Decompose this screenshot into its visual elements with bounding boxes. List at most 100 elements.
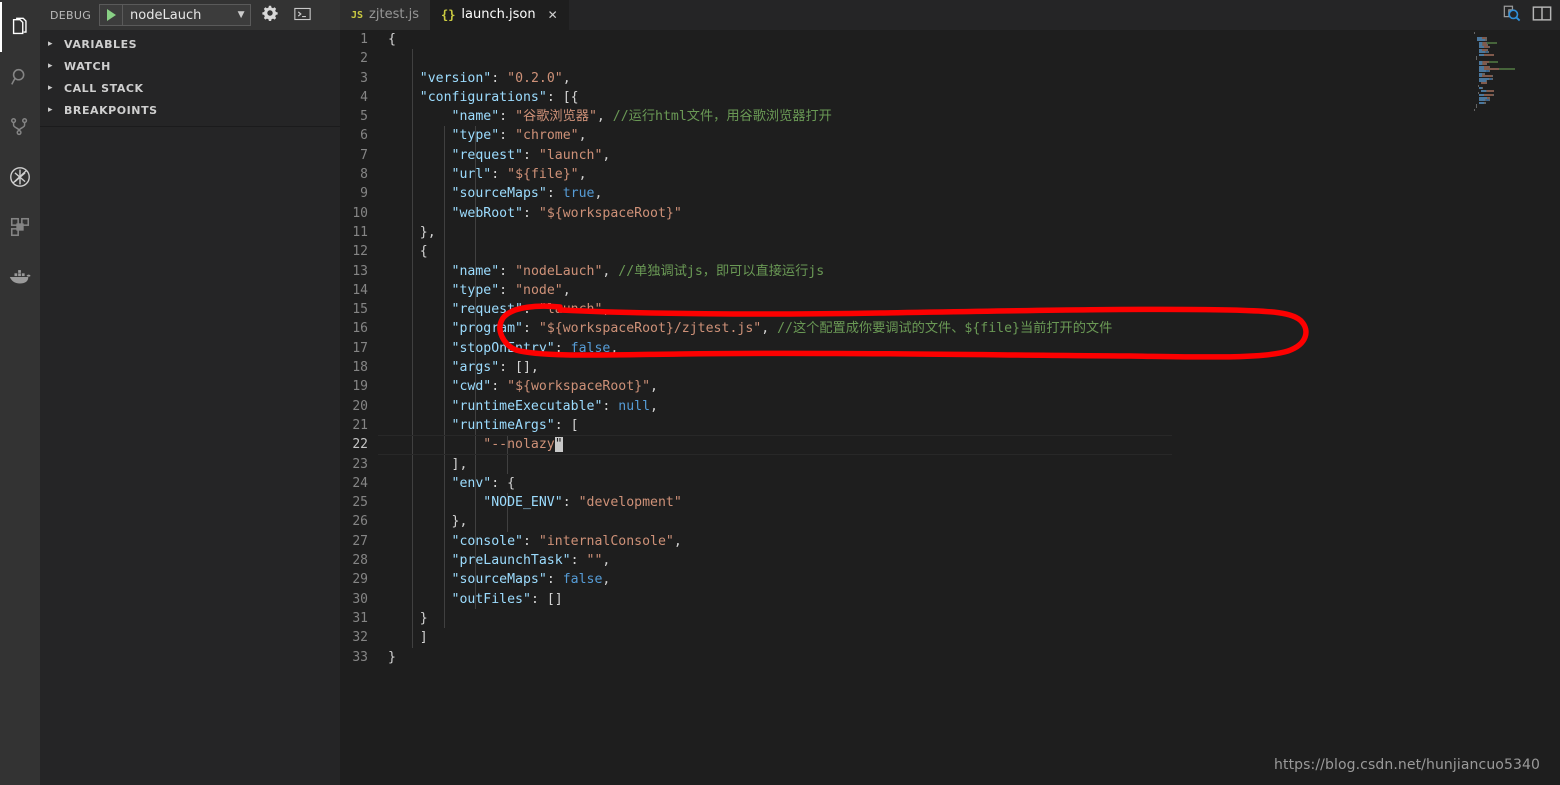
line-content: "program": "${workspaceRoot}/zjtest.js",… <box>388 319 1113 338</box>
debug-settings-button[interactable] <box>257 2 283 28</box>
search-in-file-icon <box>1502 4 1522 26</box>
code-line[interactable]: 17 "stopOnEntry": false, <box>340 339 1112 358</box>
code-token: ] <box>388 630 428 646</box>
code-line[interactable]: 20 "runtimeExecutable": null, <box>340 397 1112 416</box>
code-token: } <box>388 610 428 626</box>
activitybar-source-control[interactable] <box>0 102 40 152</box>
code-line[interactable]: 11 }, <box>340 223 1112 242</box>
code-line[interactable]: 24 "env": { <box>340 474 1112 493</box>
code-token: "sourceMaps" <box>451 186 547 202</box>
watermark-url: https://blog.csdn.net/hunjiancuo5340 <box>1274 757 1540 773</box>
line-number: 32 <box>352 630 368 646</box>
code-line[interactable]: 9 "sourceMaps": true, <box>340 184 1112 203</box>
code-token: "" <box>586 553 603 569</box>
files-explorer-icon <box>9 16 31 38</box>
find-references-button[interactable] <box>1502 4 1522 26</box>
code-line[interactable]: 7 "request": "launch", <box>340 146 1112 165</box>
line-content: "name": "谷歌浏览器", //运行html文件，用谷歌浏览器打开 <box>388 107 832 126</box>
code-token: "chrome" <box>515 128 579 144</box>
code-line[interactable]: 26 }, <box>340 512 1112 531</box>
code-line[interactable]: 3 "version": "0.2.0", <box>340 69 1112 88</box>
code-line[interactable]: 18 "args": [], <box>340 358 1112 377</box>
code-line[interactable]: 6 "type": "chrome", <box>340 126 1112 145</box>
activitybar-debug[interactable] <box>0 152 40 202</box>
line-number: 15 <box>352 302 368 318</box>
line-number: 13 <box>352 263 368 279</box>
code-line[interactable]: 27 "console": "internalConsole", <box>340 532 1112 551</box>
line-content: "args": [], <box>388 358 539 377</box>
minimap[interactable] <box>1472 30 1560 112</box>
line-number: 11 <box>352 224 368 240</box>
close-icon[interactable]: ✕ <box>548 0 558 30</box>
code-line[interactable]: 32 ] <box>340 628 1112 647</box>
code-token: : <box>523 533 539 549</box>
activitybar-search[interactable] <box>0 52 40 102</box>
code-token: , <box>602 263 619 279</box>
split-editor-button[interactable] <box>1532 5 1552 26</box>
debug-section-variables[interactable]: ▸ VARIABLES <box>40 33 340 55</box>
code-line[interactable]: 14 "type": "node", <box>340 281 1112 300</box>
code-line[interactable]: 19 "cwd": "${workspaceRoot}", <box>340 377 1112 396</box>
code-line[interactable]: 25 "NODE_ENV": "development" <box>340 493 1112 512</box>
debug-configuration-value: nodeLauch <box>130 7 202 23</box>
code-token: : <box>602 398 619 414</box>
code-line[interactable]: 21 "runtimeArgs": [ <box>340 416 1112 435</box>
code-line[interactable]: 12 { <box>340 242 1112 261</box>
play-icon[interactable] <box>100 5 124 25</box>
code-editor[interactable]: 1{ 2 3 "version": "0.2.0", 4 "configuration… <box>340 30 1560 785</box>
line-number: 18 <box>352 360 368 376</box>
activitybar-explorer[interactable] <box>0 2 40 52</box>
code-line[interactable]: 10 "webRoot": "${workspaceRoot}" <box>340 204 1112 223</box>
code-token: //单独调试js，即可以直接运行js <box>618 263 825 279</box>
code-line[interactable]: 4 "configurations": [{ <box>340 88 1112 107</box>
line-content: "configurations": [{ <box>388 88 579 107</box>
code-token: "env" <box>451 475 492 491</box>
code-line[interactable]: 8 "url": "${file}", <box>340 165 1112 184</box>
code-line[interactable]: 15 "request": "launch", <box>340 300 1112 319</box>
code-line[interactable]: 23 ], <box>340 455 1112 474</box>
code-token: "internalConsole" <box>538 533 674 549</box>
code-line[interactable]: 29 "sourceMaps": false, <box>340 570 1112 589</box>
code-token: : <box>546 572 563 588</box>
tab-zjtest-js[interactable]: JS zjtest.js <box>340 0 430 30</box>
activitybar-extensions[interactable] <box>0 202 40 252</box>
code-line[interactable]: 5 "name": "谷歌浏览器", //运行html文件，用谷歌浏览器打开 <box>340 107 1112 126</box>
line-content: "type": "node", <box>388 281 571 300</box>
line-content: "cwd": "${workspaceRoot}", <box>388 377 658 396</box>
line-content: }, <box>388 223 436 242</box>
code-token: } <box>388 649 396 665</box>
debug-configuration-dropdown[interactable]: nodeLauch ▼ <box>99 4 252 26</box>
code-line[interactable]: 16 "program": "${workspaceRoot}/zjtest.j… <box>340 319 1112 338</box>
docker-whale-icon <box>8 265 32 289</box>
code-line-current[interactable]: 22 "--nolazy" <box>340 435 1173 455</box>
debug-section-breakpoints[interactable]: ▸ BREAKPOINTS <box>40 99 340 121</box>
minimap-line <box>1476 58 1478 61</box>
line-number: 29 <box>352 572 368 588</box>
code-line[interactable]: 1{ <box>340 30 1112 49</box>
code-line[interactable]: 13 "name": "nodeLauch", //单独调试js，即可以直接运行… <box>340 262 1112 281</box>
code-line[interactable]: 30 "outFiles": [] <box>340 590 1112 609</box>
code-line[interactable]: 2 <box>340 49 1112 68</box>
debug-section-watch[interactable]: ▸ WATCH <box>40 55 340 77</box>
code-token: , <box>602 553 611 569</box>
debug-section-call-stack[interactable]: ▸ CALL STACK <box>40 77 340 99</box>
line-content: "url": "${file}", <box>388 165 587 184</box>
code-line[interactable]: 33} <box>340 648 1112 667</box>
line-content: "request": "launch", <box>388 146 611 165</box>
open-debug-console-button[interactable] <box>289 2 315 28</box>
code-line[interactable]: 31 } <box>340 609 1112 628</box>
code-token: , <box>562 282 571 298</box>
line-number: 2 <box>360 51 368 67</box>
chevron-right-icon: ▸ <box>48 105 53 115</box>
chevron-down-icon[interactable]: ▼ <box>232 5 250 25</box>
tab-launch-json[interactable]: {} launch.json ✕ <box>429 0 569 30</box>
code-line[interactable]: 28 "preLaunchTask": "", <box>340 551 1112 570</box>
activitybar-docker[interactable] <box>0 252 40 302</box>
code-token: "request" <box>451 302 523 318</box>
